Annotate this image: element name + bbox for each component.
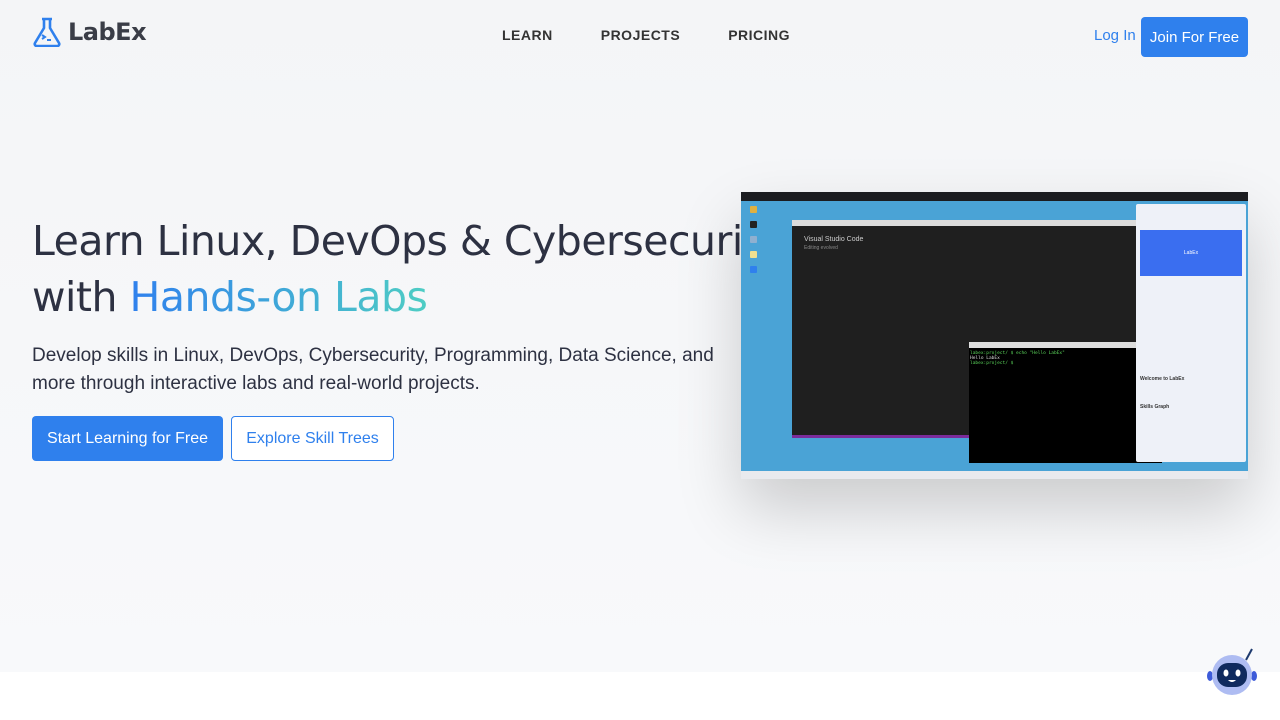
main-nav: LEARN PROJECTS PRICING	[502, 27, 790, 43]
nav-learn[interactable]: LEARN	[502, 27, 553, 43]
hero-subtitle: Develop skills in Linux, DevOps, Cyberse…	[32, 345, 714, 394]
flask-icon	[33, 17, 61, 47]
logo[interactable]: LabEx	[32, 17, 147, 47]
terminal-line: labex:project/ $	[970, 361, 1014, 366]
chat-heading: Welcome to LabEx	[1140, 376, 1185, 382]
hero-title-line1: Learn Linux, DevOps & Cybersecurity	[32, 217, 783, 265]
vscode-subtitle: Editing evolved	[804, 245, 838, 251]
chat-subheading: Skills Graph	[1140, 404, 1170, 410]
hero-title: Learn Linux, DevOps & Cybersecurity with …	[32, 213, 783, 325]
terminal-window: labex:project/ $ echo "Hello LabEx" Hell…	[969, 342, 1162, 463]
join-button[interactable]: Join For Free	[1141, 17, 1248, 57]
vscode-title: Visual Studio Code	[804, 236, 864, 243]
folder-icon	[750, 206, 757, 213]
desktop-taskbar	[741, 471, 1248, 479]
next-section	[0, 672, 1280, 720]
nav-pricing[interactable]: PRICING	[728, 27, 790, 43]
settings-icon	[750, 236, 757, 243]
notes-icon	[750, 251, 757, 258]
nav-projects[interactable]: PROJECTS	[601, 27, 680, 43]
hero-title-with: with	[32, 273, 130, 321]
login-link[interactable]: Log In	[1094, 27, 1136, 44]
video-player: LabEx	[1140, 230, 1242, 276]
chat-assistant-robot-icon[interactable]	[1206, 648, 1258, 696]
lab-environment-preview: Visual Studio Code Editing evolved labex…	[741, 192, 1248, 479]
vscode-icon	[750, 266, 757, 273]
terminal-icon	[750, 221, 757, 228]
start-learning-button[interactable]: Start Learning for Free	[32, 416, 223, 461]
explore-skill-trees-button[interactable]: Explore Skill Trees	[231, 416, 394, 461]
site-header: LabEx LEARN PROJECTS PRICING Log In Join…	[0, 0, 1280, 72]
desktop-topbar	[741, 192, 1248, 201]
hero-title-highlight: Hands-on Labs	[129, 273, 428, 321]
logo-text: LabEx	[68, 18, 147, 46]
assistant-panel: LabEx Welcome to LabEx Skills Graph	[1136, 204, 1246, 462]
